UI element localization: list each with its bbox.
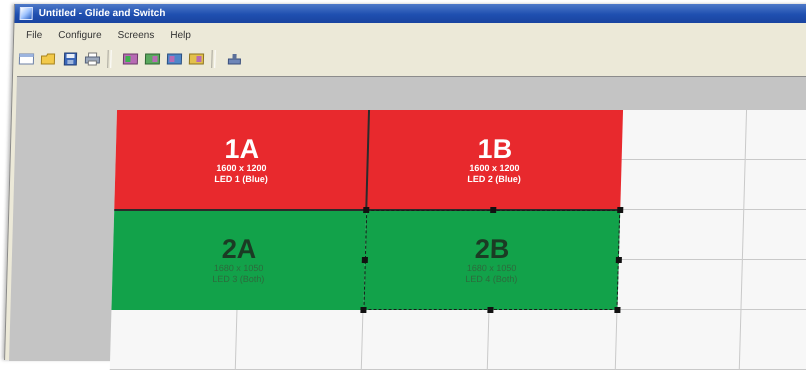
screen-led: LED 3 (Both) — [212, 274, 265, 284]
screen-resolution: 1680 x 1050 — [213, 263, 264, 273]
empty-grid-cell[interactable] — [741, 260, 806, 310]
screen-led: LED 2 (Blue) — [467, 174, 522, 184]
save-button[interactable] — [61, 50, 80, 68]
empty-grid-cell[interactable] — [739, 310, 806, 370]
send-button[interactable] — [225, 50, 244, 68]
app-icon — [19, 7, 33, 20]
resize-handle[interactable] — [617, 207, 624, 213]
send-icon — [227, 54, 241, 65]
empty-grid-cell[interactable] — [487, 310, 618, 370]
layout-3-button[interactable] — [165, 50, 184, 68]
menu-screens[interactable]: Screens — [109, 30, 162, 41]
screen-id: 1B — [477, 134, 513, 164]
menu-file[interactable]: File — [14, 30, 50, 41]
toolbar — [13, 48, 806, 70]
layout-1-button[interactable] — [121, 50, 140, 68]
empty-grid-cell[interactable] — [621, 110, 748, 160]
resize-handle[interactable] — [363, 207, 370, 213]
screen-2b[interactable]: 2B 1680 x 1050 LED 4 (Both) — [363, 210, 621, 310]
screen-led: LED 4 (Both) — [465, 274, 518, 284]
menu-help[interactable]: Help — [162, 30, 199, 41]
menu-configure[interactable]: Configure — [50, 30, 110, 41]
new-icon — [18, 53, 35, 65]
window-title: Untitled - Glide and Switch — [38, 8, 166, 19]
resize-handle[interactable] — [487, 307, 494, 313]
screen-id: 1A — [224, 134, 260, 164]
resize-handle[interactable] — [361, 257, 368, 263]
screen-id: 2B — [474, 234, 510, 264]
empty-grid-cell[interactable] — [620, 160, 746, 210]
layout-1-icon — [122, 53, 139, 65]
save-icon — [63, 52, 78, 66]
empty-grid-cell[interactable] — [361, 310, 490, 370]
layout-2-button[interactable] — [143, 50, 162, 68]
new-button[interactable] — [17, 50, 36, 68]
open-icon — [40, 53, 56, 65]
open-button[interactable] — [39, 50, 58, 68]
empty-grid-cell[interactable] — [742, 210, 806, 260]
screen-resolution: 1680 x 1050 — [466, 263, 517, 273]
print-icon — [84, 52, 101, 66]
screen-resolution: 1600 x 1200 — [216, 163, 267, 173]
layout-canvas[interactable]: 1A 1600 x 1200 LED 1 (Blue) 1B 1600 x 12… — [9, 76, 806, 370]
resize-handle[interactable] — [615, 257, 622, 263]
screen-1b[interactable]: 1B 1600 x 1200 LED 2 (Blue) — [366, 110, 624, 210]
title-bar[interactable]: Untitled - Glide and Switch — [14, 4, 806, 23]
screen-led: LED 1 (Blue) — [214, 174, 269, 184]
layout-4-icon — [188, 53, 205, 65]
toolbar-separator — [211, 50, 216, 68]
layout-2-icon — [144, 53, 161, 65]
screen-grid[interactable]: 1A 1600 x 1200 LED 1 (Blue) 1B 1600 x 12… — [109, 110, 806, 370]
empty-grid-cell[interactable] — [618, 210, 745, 260]
print-button[interactable] — [83, 50, 102, 68]
empty-grid-cell[interactable] — [745, 110, 806, 160]
layout-3-icon — [166, 53, 183, 65]
resize-handle[interactable] — [360, 307, 367, 313]
resize-handle[interactable] — [614, 307, 621, 313]
app-window: Untitled - Glide and Switch File Configu… — [4, 4, 806, 370]
empty-grid-cell[interactable] — [744, 160, 806, 210]
screen-id: 2A — [221, 234, 257, 264]
resize-handle[interactable] — [490, 207, 497, 213]
empty-grid-cell[interactable] — [109, 310, 238, 370]
screen-2a[interactable]: 2A 1680 x 1050 LED 3 (Both) — [111, 210, 367, 310]
empty-grid-cell[interactable] — [615, 310, 742, 370]
toolbar-separator — [107, 50, 112, 68]
screen-resolution: 1600 x 1200 — [469, 163, 520, 173]
screen-1a[interactable]: 1A 1600 x 1200 LED 1 (Blue) — [114, 110, 370, 210]
menu-bar: File Configure Screens Help — [14, 26, 806, 44]
empty-grid-cell[interactable] — [617, 260, 743, 310]
layout-4-button[interactable] — [187, 50, 206, 68]
empty-grid-cell[interactable] — [235, 310, 364, 370]
